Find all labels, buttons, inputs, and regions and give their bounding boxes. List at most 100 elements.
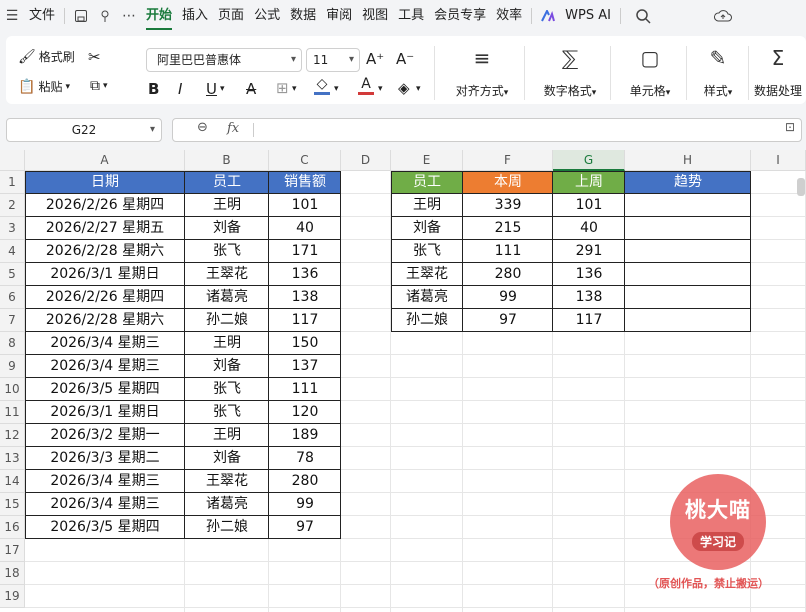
table2-cell[interactable]: 136 [553,263,625,286]
table1-cell[interactable]: 2026/3/5 星期四 [25,516,185,539]
table2-cell[interactable] [625,309,751,332]
style-button[interactable]: ✎ 样式▾ [690,44,746,99]
column-header-a[interactable]: A [25,150,185,171]
table1-cell[interactable]: 40 [269,217,341,240]
table2-cell[interactable]: 117 [553,309,625,332]
chevron-down-icon[interactable]: ▾ [292,84,297,94]
row-header-16[interactable]: 16 [0,516,25,539]
table2-cell[interactable]: 291 [553,240,625,263]
row-header-15[interactable]: 15 [0,493,25,516]
row-header-17[interactable]: 17 [0,539,25,562]
increase-font-icon[interactable]: A⁺ [366,50,384,68]
tab-insert[interactable]: 插入 [177,0,213,32]
table1-cell[interactable]: 2026/2/27 星期五 [25,217,185,240]
fill-color-icon[interactable]: ◇ [314,76,330,95]
column-header-c[interactable]: C [269,150,341,171]
row-header-8[interactable]: 8 [0,332,25,355]
row-header-18[interactable]: 18 [0,562,25,585]
table1-cell[interactable]: 张飞 [185,240,269,263]
share-icon[interactable] [93,0,117,32]
table1-cell[interactable]: 97 [269,516,341,539]
row-header-13[interactable]: 13 [0,447,25,470]
row-header-6[interactable]: 6 [0,286,25,309]
table1-cell[interactable]: 王翠花 [185,263,269,286]
wps-ai-button[interactable]: WPS AI [560,0,616,32]
table1-cell[interactable]: 王明 [185,332,269,355]
table1-cell[interactable]: 刘备 [185,355,269,378]
table1-cell[interactable]: 王明 [185,194,269,217]
table2-cell[interactable] [625,194,751,217]
table2-cell[interactable]: 101 [553,194,625,217]
cloud-sync-icon[interactable] [711,0,735,32]
table1-header-cell[interactable]: 日期 [25,171,185,194]
table2-cell[interactable]: 339 [463,194,553,217]
tab-home[interactable]: 开始 [141,0,177,32]
table1-cell[interactable]: 150 [269,332,341,355]
copy-button[interactable]: ⧉ ▾ [90,78,108,94]
table1-cell[interactable]: 2026/2/26 星期四 [25,286,185,309]
table2-cell[interactable] [625,240,751,263]
column-header-i[interactable]: I [751,150,806,171]
underline-icon[interactable]: U [206,80,217,98]
font-name-select[interactable]: 阿里巴巴普惠体 ▾ [146,48,302,72]
font-color-icon[interactable]: A [358,76,374,95]
column-header-d[interactable]: D [341,150,391,171]
row-header-12[interactable]: 12 [0,424,25,447]
table1-cell[interactable]: 刘备 [185,217,269,240]
table1-cell[interactable]: 2026/3/5 星期四 [25,378,185,401]
tab-formula[interactable]: 公式 [249,0,285,32]
tab-page[interactable]: 页面 [213,0,249,32]
tab-view[interactable]: 视图 [357,0,393,32]
table1-cell[interactable]: 117 [269,309,341,332]
table1-cell[interactable]: 刘备 [185,447,269,470]
table1-cell[interactable]: 101 [269,194,341,217]
name-box[interactable]: G22 ▾ [6,118,162,142]
format-painter-button[interactable]: 🖌 格式刷 [18,48,75,65]
column-header-e[interactable]: E [391,150,463,171]
strikethrough-icon[interactable]: A [246,80,256,98]
border-icon[interactable]: ⊞ [276,79,289,97]
table2-header-cell[interactable]: 上周 [553,171,625,194]
table1-cell[interactable]: 111 [269,378,341,401]
table1-cell[interactable]: 2026/3/1 星期日 [25,263,185,286]
menu-file[interactable]: 文件 [24,0,60,32]
table1-cell[interactable]: 2026/3/4 星期三 [25,332,185,355]
eraser-icon[interactable]: ◈ [398,79,410,97]
table2-cell[interactable] [625,217,751,240]
expand-formula-icon[interactable]: ⊡ [785,120,795,134]
table1-cell[interactable]: 张飞 [185,401,269,424]
row-header-11[interactable]: 11 [0,401,25,424]
table1-cell[interactable]: 2026/2/28 星期六 [25,309,185,332]
table1-cell[interactable]: 280 [269,470,341,493]
zoom-icon[interactable]: ⊖ [197,120,208,135]
data-processing-button[interactable]: Σ 数据处理 [750,44,806,99]
row-header-5[interactable]: 5 [0,263,25,286]
row-header-9[interactable]: 9 [0,355,25,378]
tab-efficiency[interactable]: 效率 [491,0,527,32]
chevron-down-icon[interactable]: ▾ [416,84,421,94]
hamburger-menu-icon[interactable]: ☰ [0,0,24,32]
vertical-scrollbar[interactable] [797,178,805,196]
row-header-3[interactable]: 3 [0,217,25,240]
formula-input[interactable]: ⊖ fx ⊡ [172,118,802,142]
table1-cell[interactable]: 孙二娘 [185,309,269,332]
row-header-14[interactable]: 14 [0,470,25,493]
decrease-font-icon[interactable]: A⁻ [396,50,414,68]
cell-button[interactable]: ▢ 单元格▾ [616,44,684,99]
table2-header-cell[interactable]: 趋势 [625,171,751,194]
table2-header-cell[interactable]: 本周 [463,171,553,194]
table2-cell[interactable]: 111 [463,240,553,263]
row-header-7[interactable]: 7 [0,309,25,332]
column-header-h[interactable]: H [625,150,751,171]
table1-cell[interactable]: 2026/3/4 星期三 [25,470,185,493]
table1-cell[interactable]: 120 [269,401,341,424]
table2-cell[interactable]: 97 [463,309,553,332]
row-header-4[interactable]: 4 [0,240,25,263]
save-icon[interactable] [69,0,93,32]
chevron-down-icon[interactable]: ▾ [334,84,339,94]
row-header-1[interactable]: 1 [0,171,25,194]
table2-cell[interactable]: 张飞 [391,240,463,263]
tab-member[interactable]: 会员专享 [429,0,491,32]
table2-cell[interactable]: 王明 [391,194,463,217]
table1-cell[interactable]: 2026/3/3 星期二 [25,447,185,470]
